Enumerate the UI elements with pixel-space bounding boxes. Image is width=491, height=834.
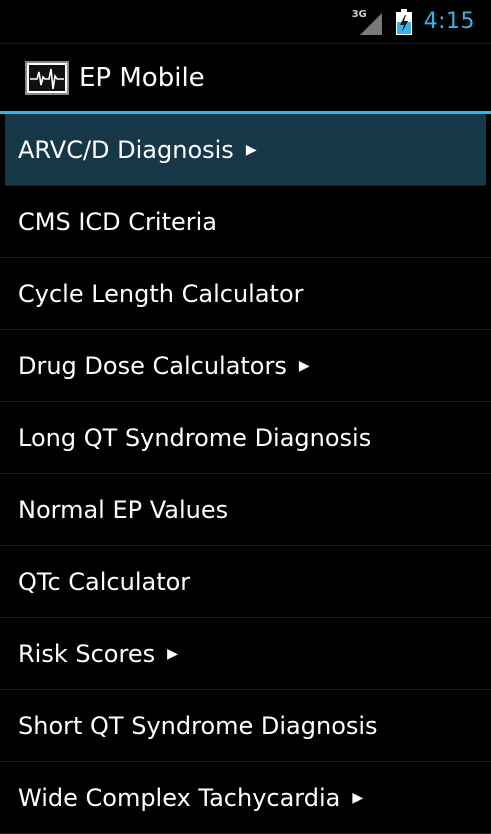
menu-item-long-qt-syndrome-diagnosis[interactable]: Long QT Syndrome Diagnosis (0, 402, 491, 474)
menu-item-label: Risk Scores (18, 639, 156, 668)
network-indicator: 3G (352, 9, 382, 35)
menu-item-label: Normal EP Values (18, 495, 229, 524)
menu-item-cycle-length-calculator[interactable]: Cycle Length Calculator (0, 258, 491, 330)
menu-item-arvcd-diagnosis[interactable]: ARVC/D Diagnosis ▶ (5, 114, 486, 186)
ecg-logo-icon[interactable] (25, 60, 69, 95)
clock: 4:15 (423, 9, 475, 34)
status-bar: 3G 4:15 (0, 0, 491, 44)
battery-charging-icon (395, 8, 412, 35)
submenu-arrow-icon: ▶ (352, 789, 364, 806)
menu-list: ARVC/D Diagnosis ▶ CMS ICD Criteria Cycl… (0, 114, 491, 834)
submenu-arrow-icon: ▶ (245, 141, 257, 158)
menu-item-wide-complex-tachycardia[interactable]: Wide Complex Tachycardia ▶ (0, 762, 491, 834)
menu-item-label: Short QT Syndrome Diagnosis (18, 711, 378, 740)
menu-item-short-qt-syndrome-diagnosis[interactable]: Short QT Syndrome Diagnosis (0, 690, 491, 762)
menu-item-label: Cycle Length Calculator (18, 279, 304, 308)
submenu-arrow-icon: ▶ (298, 357, 310, 374)
menu-item-risk-scores[interactable]: Risk Scores ▶ (0, 618, 491, 690)
menu-item-drug-dose-calculators[interactable]: Drug Dose Calculators ▶ (0, 330, 491, 402)
app-title: EP Mobile (79, 62, 205, 93)
menu-item-label: Long QT Syndrome Diagnosis (18, 423, 372, 452)
submenu-arrow-icon: ▶ (167, 645, 178, 662)
menu-item-label: QTc Calculator (18, 567, 191, 596)
menu-item-label: Drug Dose Calculators (18, 351, 287, 380)
menu-item-normal-ep-values[interactable]: Normal EP Values (0, 474, 491, 546)
menu-item-cms-icd-criteria[interactable]: CMS ICD Criteria (0, 186, 491, 258)
menu-item-label: Wide Complex Tachycardia (18, 783, 341, 812)
menu-item-label: CMS ICD Criteria (18, 207, 217, 236)
menu-item-label: ARVC/D Diagnosis (18, 135, 234, 164)
action-bar: EP Mobile (0, 44, 491, 114)
menu-item-qtc-calculator[interactable]: QTc Calculator (0, 546, 491, 618)
signal-icon (359, 12, 382, 35)
